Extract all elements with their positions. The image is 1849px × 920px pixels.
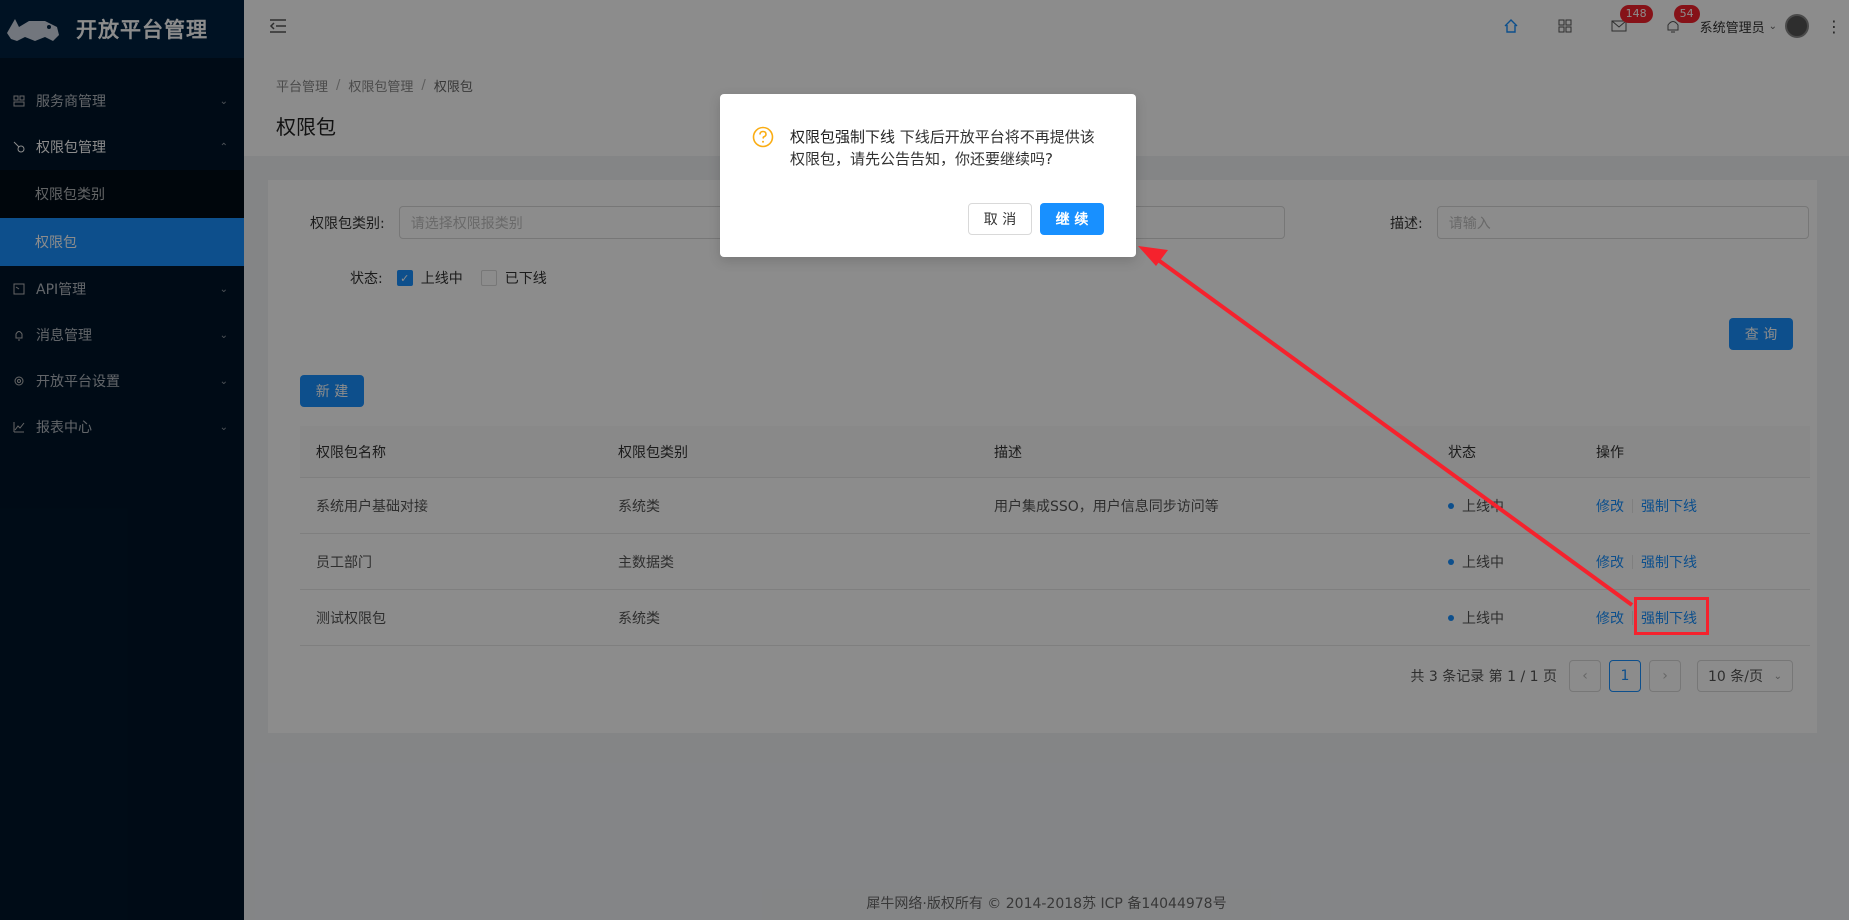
modal-body: 权限包强制下线 下线后开放平台将不再提供该权限包，请先公告告知，你还要继续吗? [752, 126, 1104, 170]
continue-button[interactable]: 继 续 [1040, 203, 1104, 235]
modal-title: 权限包强制下线 [790, 128, 896, 146]
cancel-button[interactable]: 取 消 [968, 203, 1032, 235]
modal-footer: 取 消 继 续 [968, 203, 1104, 235]
modal-message: 权限包强制下线 下线后开放平台将不再提供该权限包，请先公告告知，你还要继续吗? [790, 126, 1104, 170]
annotation-highlight-box [1634, 597, 1709, 635]
question-circle-icon [752, 126, 774, 148]
confirm-modal: 权限包强制下线 下线后开放平台将不再提供该权限包，请先公告告知，你还要继续吗? … [720, 94, 1136, 257]
